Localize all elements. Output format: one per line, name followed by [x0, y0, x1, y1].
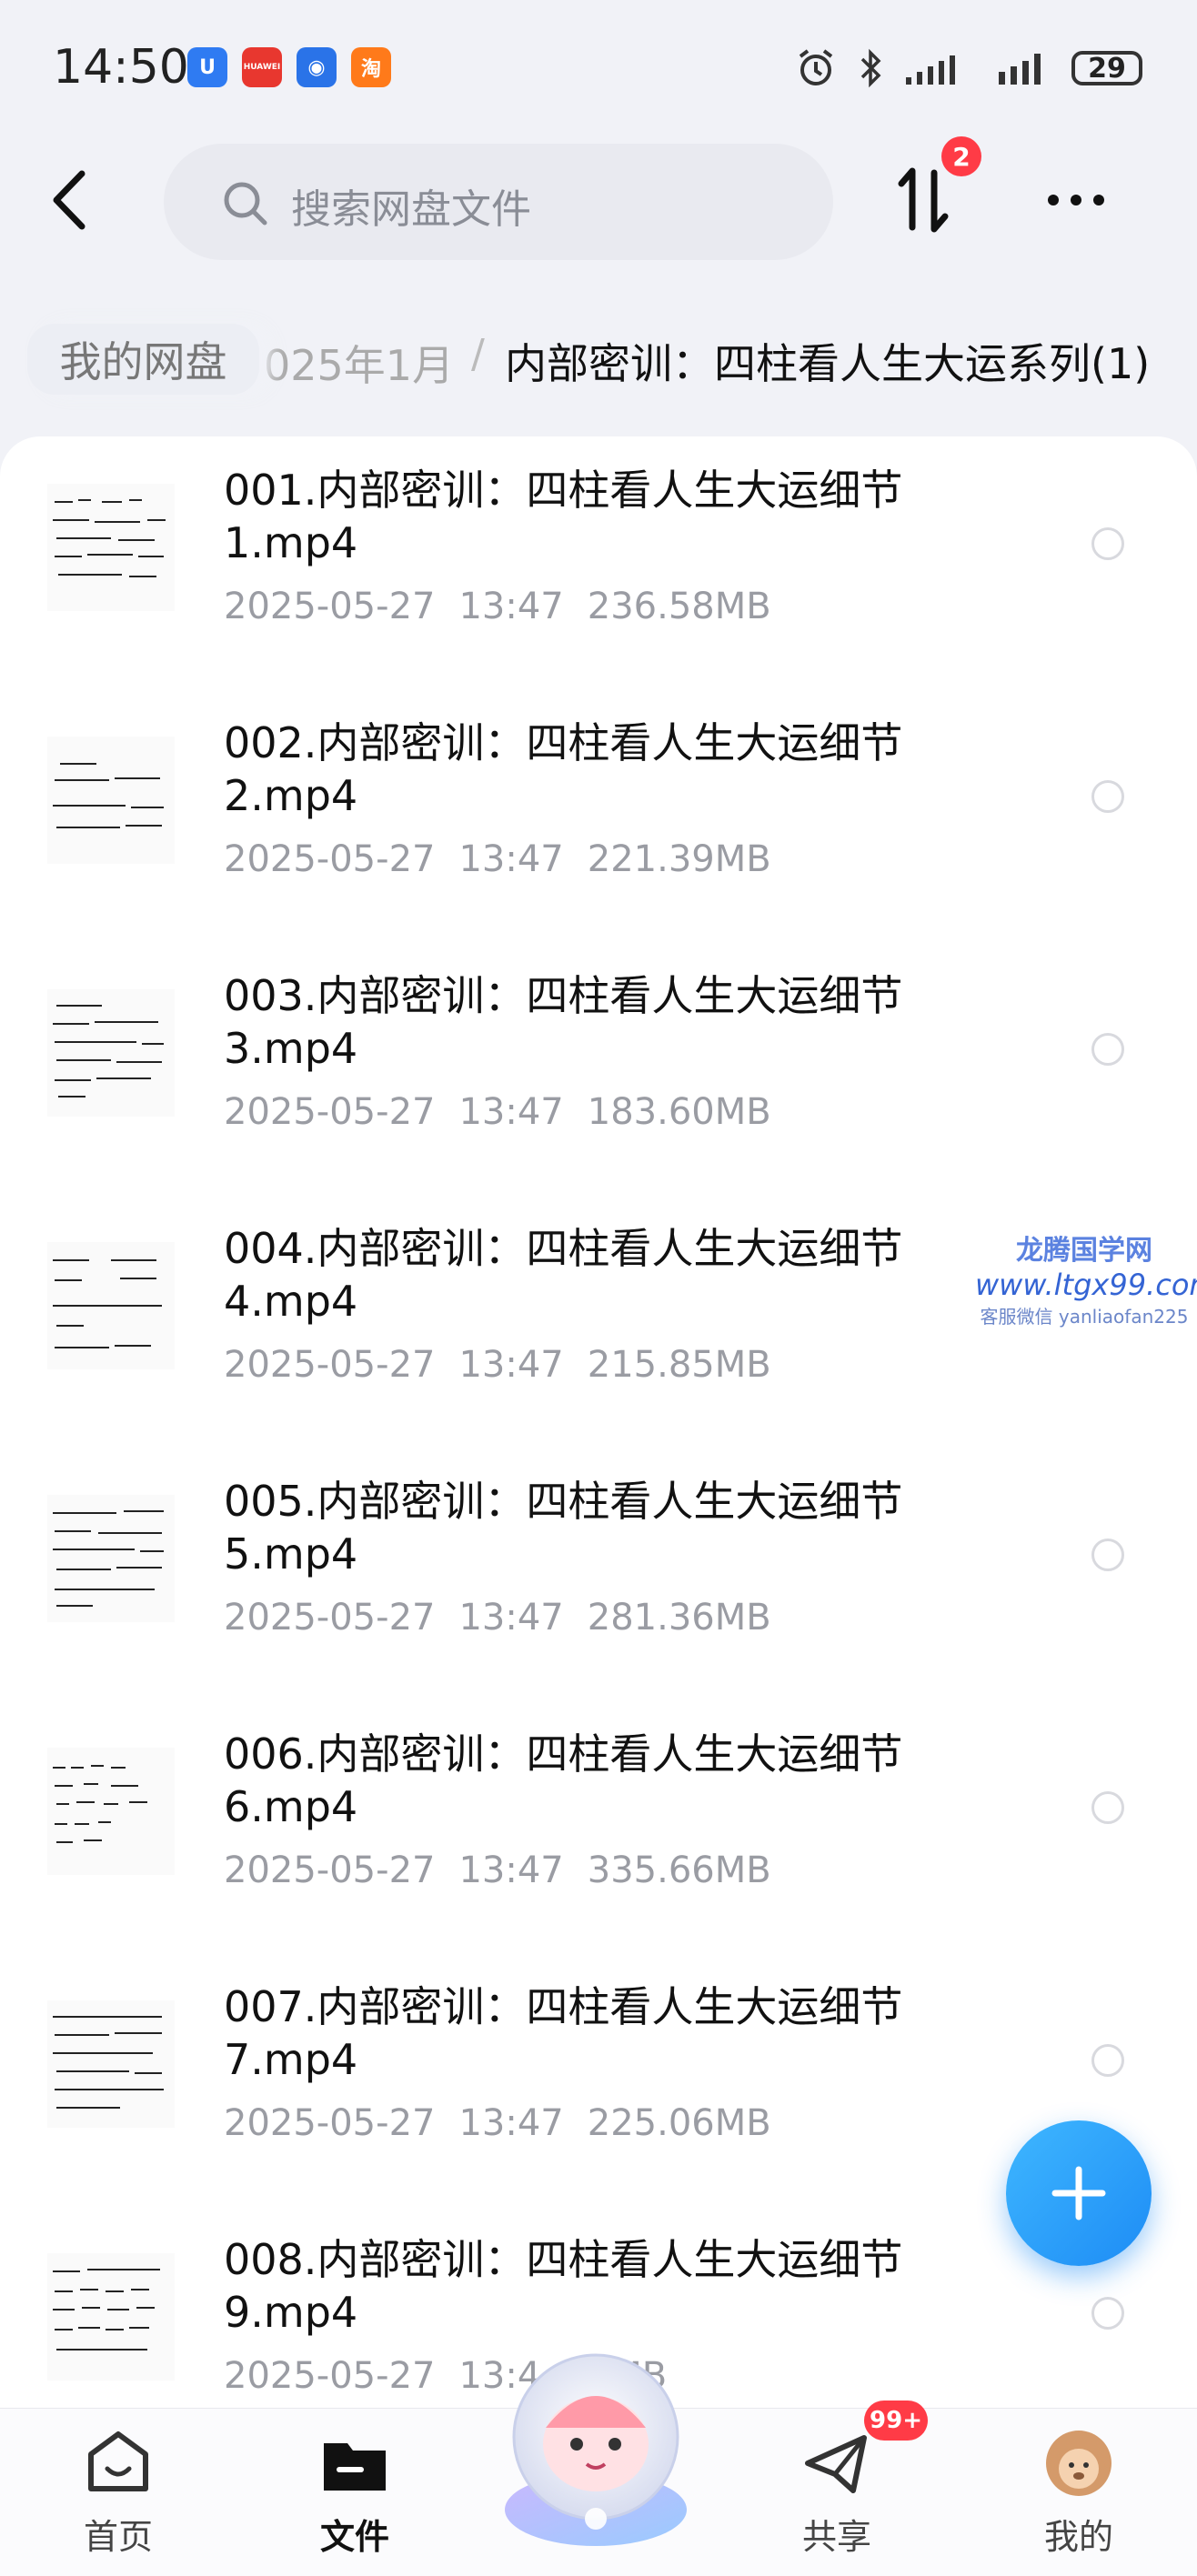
file-name: 005.内部密训：四柱看人生大运细节5.mp4 — [224, 1477, 903, 1579]
select-checkbox[interactable] — [1091, 2044, 1124, 2077]
home-icon — [88, 2431, 148, 2491]
plus-icon — [1051, 2166, 1106, 2220]
video-thumbnail — [47, 737, 175, 864]
video-thumbnail — [47, 2000, 175, 2128]
file-row[interactable]: 002.内部密训：四柱看人生大运细节2.mp4 2025-05-27 13:47 2… — [0, 689, 1197, 942]
file-row[interactable]: 005.内部密训：四柱看人生大运细节5.mp4 2025-05-27 13:47 2… — [0, 1448, 1197, 1700]
select-checkbox[interactable] — [1091, 527, 1124, 560]
video-thumbnail — [47, 484, 175, 611]
file-name: 006.内部密训：四柱看人生大运细节6.mp4 — [224, 1729, 903, 1831]
huawei-app-icon: HUAWEI — [242, 47, 282, 87]
file-name: 001.内部密训：四柱看人生大运细节1.mp4 — [224, 466, 903, 567]
nav-home-label: 首页 — [83, 2517, 153, 2557]
file-name: 008.内部密训：四柱看人生大运细节9.mp4 — [224, 2235, 903, 2337]
breadcrumb: 我的网盘 025年1月 / 内部密训：四柱看人生大运系列(1) — [0, 309, 1197, 409]
taobao-app-icon: 淘 — [351, 47, 391, 87]
share-count-badge: 99+ — [864, 2401, 928, 2441]
video-thumbnail — [47, 1748, 175, 1875]
search-placeholder: 搜索网盘文件 — [291, 186, 531, 233]
nav-profile-label: 我的 — [1043, 2517, 1113, 2557]
file-row[interactable]: 006.内部密训：四柱看人生大运细节6.mp4 2025-05-27 13:47 3… — [0, 1700, 1197, 1953]
select-checkbox[interactable] — [1091, 1539, 1124, 1571]
file-name: 004.内部密训：四柱看人生大运细节4.mp4 — [224, 1224, 903, 1326]
signal-icon-2 — [999, 54, 1041, 85]
file-meta: 2025-05-27 13:47 221.39MB — [224, 838, 771, 880]
video-thumbnail — [47, 1242, 175, 1369]
u-app-icon: U — [187, 47, 227, 87]
folder-icon — [324, 2443, 386, 2491]
nav-share-label: 共享 — [801, 2517, 871, 2557]
transfer-count-badge: 2 — [941, 136, 981, 176]
nav-home[interactable]: 首页 — [55, 2427, 182, 2559]
signal-icon — [906, 55, 955, 85]
blue-app-icon: ◉ — [297, 47, 337, 87]
transfer-icon[interactable] — [896, 164, 951, 236]
video-thumbnail — [47, 1495, 175, 1622]
status-bar: 14:50 U HUAWEI ◉ 淘 29 — [0, 0, 1197, 136]
file-meta: 2025-05-27 13:47 236.58MB — [224, 586, 771, 627]
video-thumbnail — [47, 989, 175, 1117]
more-options-icon[interactable] — [1044, 191, 1108, 209]
file-meta: 2025-05-27 13:47 225.06MB — [224, 2102, 771, 2144]
nav-share[interactable]: 共享 — [773, 2427, 900, 2559]
add-button[interactable] — [1006, 2120, 1152, 2266]
search-input[interactable]: 搜索网盘文件 — [164, 144, 833, 260]
status-indicators: 29 — [795, 47, 1142, 89]
file-name: 007.内部密训：四柱看人生大运细节7.mp4 — [224, 1982, 903, 2084]
alarm-icon — [799, 49, 833, 85]
status-time: 14:50 — [53, 40, 189, 95]
file-name: 003.内部密训：四柱看人生大运细节3.mp4 — [224, 971, 903, 1073]
file-meta: 2025-05-27 13:47 215.85MB — [224, 1344, 771, 1386]
file-name: 002.内部密训：四柱看人生大运细节2.mp4 — [224, 718, 903, 820]
nav-profile[interactable]: 我的 — [1015, 2427, 1142, 2559]
assistant-mascot-icon[interactable] — [482, 2328, 709, 2555]
nav-files-label: 文件 — [319, 2517, 389, 2557]
file-meta: 2025-05-27 13:47 281.36MB — [224, 1597, 771, 1639]
share-icon — [805, 2435, 867, 2493]
bluetooth-icon — [860, 48, 881, 88]
file-meta: 2025-05-27 13:47 335.66MB — [224, 1849, 771, 1891]
file-row[interactable]: 003.内部密训：四柱看人生大运细节3.mp4 2025-05-27 13:47 1… — [0, 942, 1197, 1195]
breadcrumb-separator: / — [471, 331, 485, 377]
file-meta: 2025-05-27 13:47 183.60MB — [224, 1091, 771, 1133]
profile-avatar-icon — [1046, 2431, 1112, 2496]
search-icon — [224, 182, 267, 226]
select-checkbox[interactable] — [1091, 1033, 1124, 1066]
video-thumbnail — [47, 2253, 175, 2381]
back-icon[interactable] — [47, 168, 93, 232]
file-row[interactable]: 004.内部密训：四柱看人生大运细节4.mp4 2025-05-27 13:47 2… — [0, 1195, 1197, 1448]
breadcrumb-folder[interactable]: 025年1月 — [264, 333, 454, 393]
file-list: 001.内部密训：四柱看人生大运细节1.mp4 2025-05-27 13:47 2… — [0, 436, 1197, 2410]
select-checkbox[interactable] — [1091, 780, 1124, 813]
battery-indicator: 29 — [1071, 51, 1142, 85]
breadcrumb-current: 内部密训：四柱看人生大运系列(1) — [505, 339, 1151, 388]
nav-files[interactable]: 文件 — [291, 2427, 418, 2559]
file-row[interactable]: 001.内部密训：四柱看人生大运细节1.mp4 2025-05-27 13:47 2… — [0, 436, 1197, 689]
breadcrumb-home[interactable]: 我的网盘 — [27, 324, 259, 395]
select-checkbox[interactable] — [1091, 1791, 1124, 1824]
select-checkbox[interactable] — [1091, 2297, 1124, 2330]
